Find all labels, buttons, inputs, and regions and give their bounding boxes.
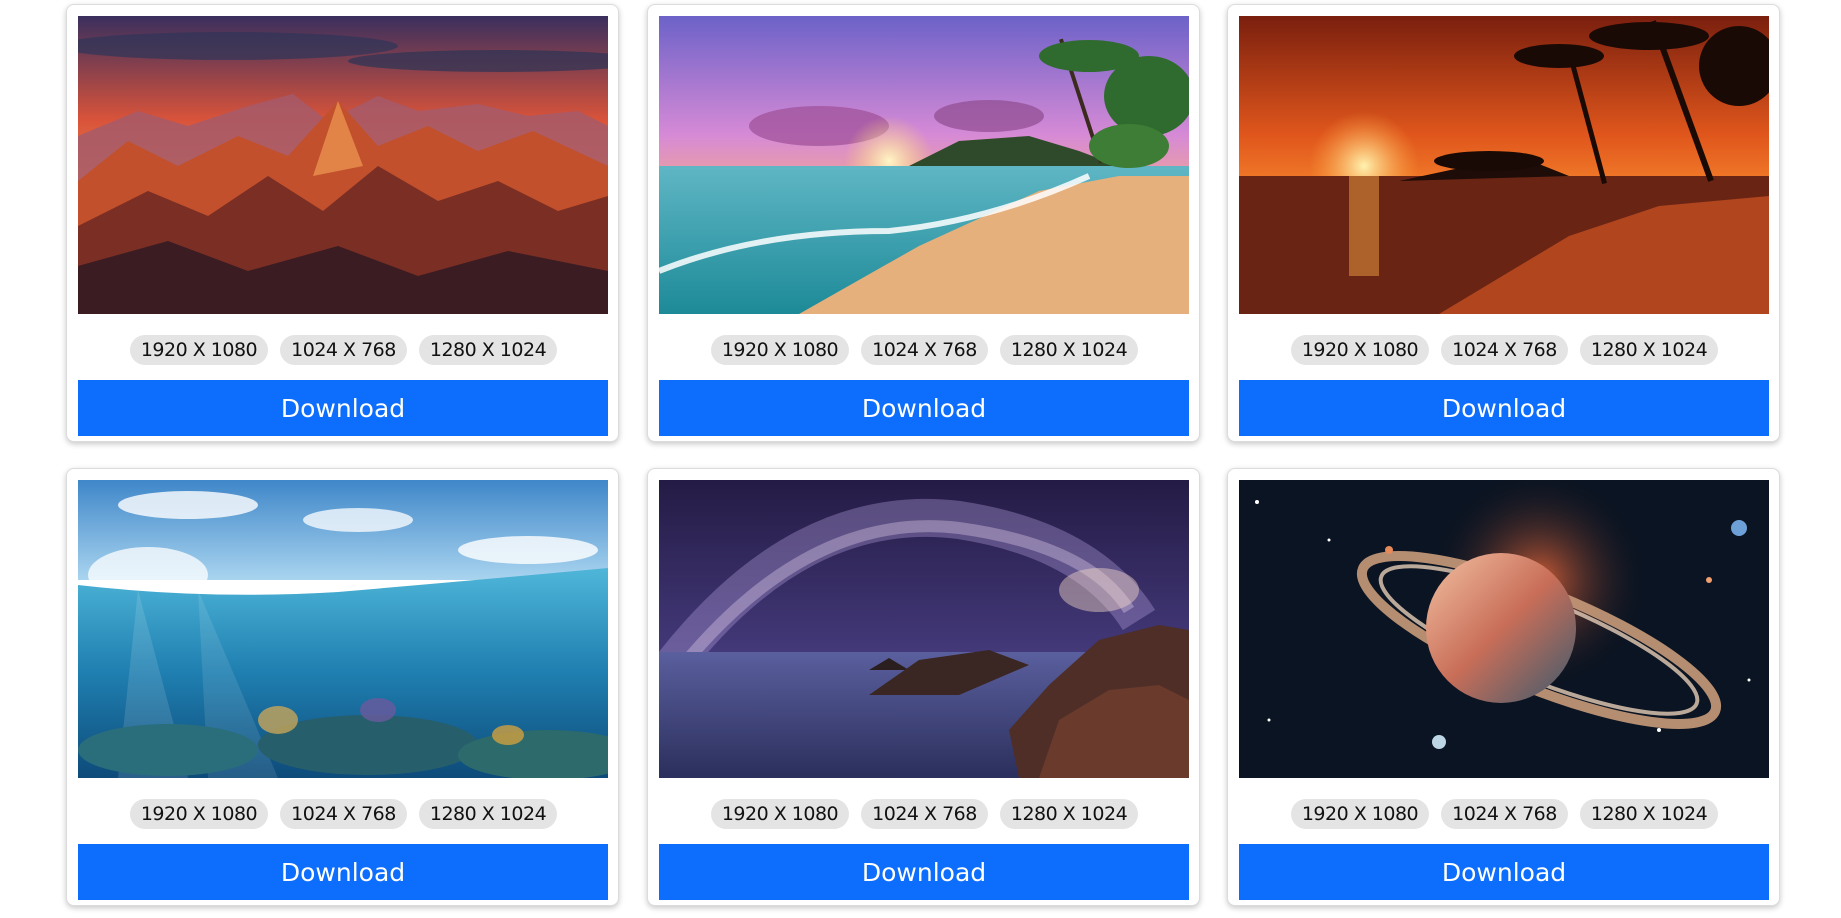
palm-beach-sunset-image[interactable] <box>1239 16 1769 314</box>
resolution-1920x1080[interactable]: 1920 X 1080 <box>710 799 850 829</box>
resolution-1024x768[interactable]: 1024 X 768 <box>861 799 988 829</box>
resolution-1920x1080[interactable]: 1920 X 1080 <box>1290 335 1430 365</box>
underwater-reef-image[interactable] <box>78 480 608 778</box>
resolution-1920x1080[interactable]: 1920 X 1080 <box>710 335 850 365</box>
resolution-1280x1024[interactable]: 1280 X 1024 <box>999 799 1139 829</box>
resolution-options: 1920 X 1080 1024 X 768 1280 X 1024 <box>1228 335 1781 365</box>
wallpaper-card: 1920 X 1080 1024 X 768 1280 X 1024 Downl… <box>647 4 1200 442</box>
download-button[interactable]: Download <box>1239 380 1769 436</box>
resolution-options: 1920 X 1080 1024 X 768 1280 X 1024 <box>648 799 1201 829</box>
download-button[interactable]: Download <box>659 380 1189 436</box>
wallpaper-card: 1920 X 1080 1024 X 768 1280 X 1024 Downl… <box>66 468 619 906</box>
resolution-1024x768[interactable]: 1024 X 768 <box>861 335 988 365</box>
resolution-options: 1920 X 1080 1024 X 768 1280 X 1024 <box>648 335 1201 365</box>
wallpaper-grid: 1920 X 1080 1024 X 768 1280 X 1024 Downl… <box>0 0 1841 918</box>
download-button[interactable]: Download <box>1239 844 1769 900</box>
resolution-options: 1920 X 1080 1024 X 768 1280 X 1024 <box>67 335 620 365</box>
resolution-1280x1024[interactable]: 1280 X 1024 <box>418 799 558 829</box>
wallpaper-card: 1920 X 1080 1024 X 768 1280 X 1024 Downl… <box>1227 4 1780 442</box>
resolution-1024x768[interactable]: 1024 X 768 <box>1441 335 1568 365</box>
wallpaper-card: 1920 X 1080 1024 X 768 1280 X 1024 Downl… <box>66 4 619 442</box>
ringed-planet-space-image[interactable] <box>1239 480 1769 778</box>
resolution-1024x768[interactable]: 1024 X 768 <box>280 335 407 365</box>
resolution-1280x1024[interactable]: 1280 X 1024 <box>1579 335 1719 365</box>
resolution-1024x768[interactable]: 1024 X 768 <box>1441 799 1568 829</box>
resolution-options: 1920 X 1080 1024 X 768 1280 X 1024 <box>1228 799 1781 829</box>
tropical-beach-sunset-image[interactable] <box>659 16 1189 314</box>
resolution-1280x1024[interactable]: 1280 X 1024 <box>999 335 1139 365</box>
resolution-1920x1080[interactable]: 1920 X 1080 <box>129 799 269 829</box>
download-button[interactable]: Download <box>78 844 608 900</box>
wallpaper-card: 1920 X 1080 1024 X 768 1280 X 1024 Downl… <box>1227 468 1780 906</box>
resolution-1024x768[interactable]: 1024 X 768 <box>280 799 407 829</box>
download-button[interactable]: Download <box>78 380 608 436</box>
mountain-sunset-image[interactable] <box>78 16 608 314</box>
resolution-1280x1024[interactable]: 1280 X 1024 <box>418 335 558 365</box>
resolution-1280x1024[interactable]: 1280 X 1024 <box>1579 799 1719 829</box>
resolution-1920x1080[interactable]: 1920 X 1080 <box>129 335 269 365</box>
resolution-1920x1080[interactable]: 1920 X 1080 <box>1290 799 1430 829</box>
wallpaper-card: 1920 X 1080 1024 X 768 1280 X 1024 Downl… <box>647 468 1200 906</box>
download-button[interactable]: Download <box>659 844 1189 900</box>
milky-way-coast-image[interactable] <box>659 480 1189 778</box>
resolution-options: 1920 X 1080 1024 X 768 1280 X 1024 <box>67 799 620 829</box>
